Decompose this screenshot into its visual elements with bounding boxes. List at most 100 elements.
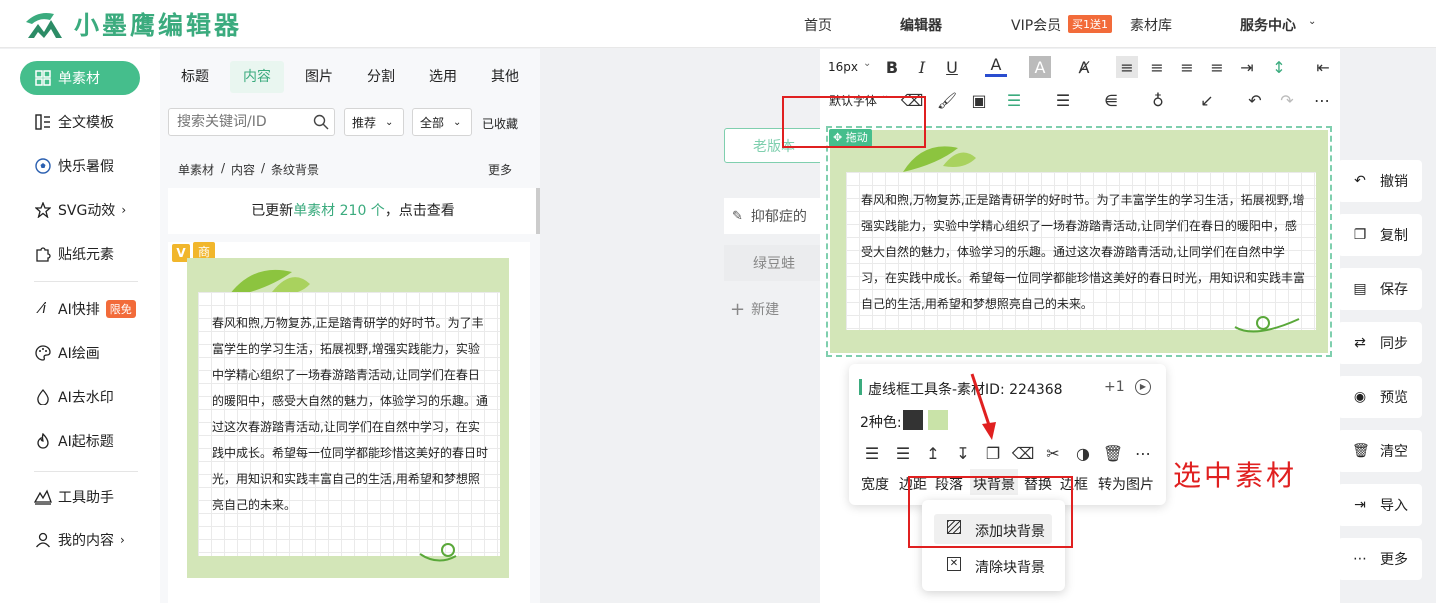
nav-service[interactable]: 服务中心 bbox=[1240, 15, 1296, 35]
nav-library[interactable]: 素材库 bbox=[1130, 15, 1172, 35]
line-height-icon[interactable]: ↕ bbox=[1268, 56, 1290, 78]
sidebar-item-single[interactable]: 单素材 bbox=[20, 61, 140, 95]
preview-button[interactable]: ◉ 预览 bbox=[1338, 376, 1422, 418]
sidebar: 单素材 全文模板 快乐暑假 SVG动效 › 贴纸元素 ⁄i AI快排 限免 AI… bbox=[0, 49, 160, 603]
star-outline-icon bbox=[34, 201, 52, 219]
block-text: 春风和煦,万物复苏,正是踏青研学的好时节。为了丰富学生的学习生活，拓展视野,增强… bbox=[861, 193, 1306, 311]
tab-content[interactable]: 内容 bbox=[230, 61, 284, 93]
more-dots-icon[interactable]: ⋯ bbox=[1132, 442, 1154, 464]
breadcrumb-item[interactable]: 单素材 bbox=[178, 161, 214, 178]
bulb-icon[interactable]: ♁ bbox=[1147, 89, 1169, 111]
sort-dropdown[interactable]: 推荐 ⌄ bbox=[344, 108, 404, 136]
paragraph-spacing-icon[interactable]: ☰ bbox=[1003, 89, 1025, 111]
like-count[interactable]: +1 bbox=[1104, 379, 1125, 395]
text-effect-icon[interactable]: Ⱥ bbox=[1073, 56, 1095, 78]
sidebar-item-tools[interactable]: 工具助手 bbox=[20, 480, 140, 514]
copy-icon: ❐ bbox=[1353, 227, 1367, 243]
redo-icon[interactable]: ↷ bbox=[1276, 89, 1298, 111]
copy-button[interactable]: ❐ 复制 bbox=[1338, 214, 1422, 256]
tools-icon bbox=[34, 488, 52, 506]
margin-icon[interactable]: ☰ bbox=[892, 442, 914, 464]
save-button[interactable]: ▤ 保存 bbox=[1338, 268, 1422, 310]
italic-icon[interactable]: I bbox=[911, 56, 933, 78]
color-swatch[interactable] bbox=[928, 410, 948, 430]
breadcrumb-item[interactable]: 内容 bbox=[231, 161, 255, 178]
sidebar-item-stickers[interactable]: 贴纸元素 bbox=[20, 237, 140, 271]
nav-home[interactable]: 首页 bbox=[804, 15, 832, 35]
update-link[interactable]: 单素材 210 个 bbox=[293, 203, 385, 219]
align-left-icon[interactable]: ≡ bbox=[1116, 56, 1138, 78]
more-link[interactable]: 更多 bbox=[488, 161, 512, 178]
sidebar-item-ai-title[interactable]: AI起标题 bbox=[20, 424, 140, 458]
copy-block-icon[interactable]: ❐ bbox=[982, 442, 1004, 464]
bold-icon[interactable]: B bbox=[881, 56, 903, 78]
tab-other[interactable]: 其他 bbox=[482, 61, 528, 93]
nav-vip[interactable]: VIP会员 bbox=[1011, 15, 1061, 35]
font-size-select[interactable]: 16px bbox=[828, 60, 858, 74]
menu-item-clear-bg[interactable]: 清除块背景 bbox=[975, 557, 1045, 577]
format-brush-icon[interactable]: 🖌︎ bbox=[936, 89, 958, 111]
arrow-icon[interactable]: ↙ bbox=[1196, 89, 1218, 111]
eraser-icon[interactable]: ⌫ bbox=[1012, 442, 1035, 464]
undo-icon[interactable]: ↶ bbox=[1244, 89, 1266, 111]
contrast-icon[interactable]: ◑ bbox=[1072, 442, 1094, 464]
paragraph-down-icon[interactable]: ↧ bbox=[952, 442, 974, 464]
tab-title[interactable]: 标题 bbox=[172, 61, 218, 93]
sidebar-item-templates[interactable]: 全文模板 bbox=[20, 105, 140, 139]
sidebar-item-svg[interactable]: SVG动效 › bbox=[20, 193, 140, 227]
search-icon[interactable] bbox=[313, 114, 329, 130]
save-label: 保存 bbox=[1380, 282, 1408, 298]
more-dots-icon[interactable]: ⋯ bbox=[1311, 89, 1333, 111]
highlight-color-icon[interactable]: A bbox=[1029, 56, 1051, 78]
import-button[interactable]: ⇥ 导入 bbox=[1338, 484, 1422, 526]
sidebar-item-label: 快乐暑假 bbox=[58, 159, 114, 175]
more-button[interactable]: ⋯ 更多 bbox=[1338, 538, 1422, 580]
scissors-icon[interactable]: ✂ bbox=[1042, 442, 1064, 464]
font-color-icon[interactable]: A bbox=[985, 55, 1007, 77]
width-icon[interactable]: ☰ bbox=[861, 442, 883, 464]
paragraph-up-icon[interactable]: ↥ bbox=[922, 442, 944, 464]
tab-pick[interactable]: 选用 bbox=[420, 61, 466, 93]
collapse-toolbar-icon[interactable]: ⇤ bbox=[1312, 56, 1334, 78]
favorites-link[interactable]: 已收藏 bbox=[482, 115, 518, 132]
sidebar-item-label: 工具助手 bbox=[58, 490, 114, 506]
sync-button[interactable]: ⇄ 同步 bbox=[1338, 322, 1422, 364]
underline-icon[interactable]: U bbox=[941, 56, 963, 78]
sidebar-item-ai-paint[interactable]: AI绘画 bbox=[20, 336, 140, 370]
sync-icon: ⇄ bbox=[1354, 335, 1366, 351]
logo[interactable]: 小墨鹰编辑器 bbox=[24, 6, 242, 42]
sidebar-item-ai-watermark[interactable]: AI去水印 bbox=[20, 380, 140, 414]
search-input[interactable] bbox=[169, 109, 309, 135]
tab-image[interactable]: 图片 bbox=[296, 61, 342, 93]
play-icon[interactable]: ▶ bbox=[1135, 379, 1151, 395]
filter-dropdown[interactable]: 全部 ⌄ bbox=[412, 108, 472, 136]
action-width[interactable]: 宽度 bbox=[861, 474, 889, 494]
align-center-icon[interactable]: ≡ bbox=[1146, 56, 1168, 78]
sidebar-item-label: 我的内容 bbox=[58, 533, 114, 549]
tab-divider[interactable]: 分割 bbox=[358, 61, 404, 93]
sidebar-item-my-content[interactable]: 我的内容 › bbox=[20, 523, 140, 557]
color-swatch[interactable] bbox=[903, 410, 923, 430]
image-icon[interactable]: ▣ bbox=[968, 89, 990, 111]
selected-block[interactable]: ✥ 拖动 春风和煦,万物复苏,正是踏青研学的好时节。为了丰富学生的学习生活，拓展… bbox=[826, 126, 1332, 357]
doc-item[interactable]: 绿豆蛙 bbox=[724, 245, 824, 281]
align-justify-icon[interactable]: ≡ bbox=[1206, 56, 1228, 78]
copy-label: 复制 bbox=[1380, 228, 1408, 244]
clear-button[interactable]: 🗑︎ 清空 bbox=[1338, 430, 1422, 472]
letter-spacing-icon[interactable]: ☰ bbox=[1052, 89, 1074, 111]
align-right-icon[interactable]: ≡ bbox=[1176, 56, 1198, 78]
indent-lines-icon[interactable]: ⋹ bbox=[1100, 89, 1122, 111]
doc-item[interactable]: ✎ 抑郁症的 bbox=[724, 198, 824, 234]
new-doc-button[interactable]: + 新建 bbox=[724, 291, 824, 327]
action-to-image[interactable]: 转为图片 bbox=[1098, 474, 1154, 494]
delete-icon[interactable]: 🗑︎ bbox=[1102, 442, 1124, 464]
update-notice[interactable]: 已更新单素材 210 个，点击查看 bbox=[168, 188, 538, 234]
annotation-box bbox=[908, 476, 1073, 548]
nav-editor[interactable]: 编辑器 bbox=[900, 15, 942, 35]
plus-icon: + bbox=[730, 298, 746, 320]
sidebar-item-summer[interactable]: 快乐暑假 bbox=[20, 149, 140, 183]
undo-button[interactable]: ↶ 撤销 bbox=[1338, 160, 1422, 202]
material-card[interactable]: V 商 春风和煦,万物复苏,正是踏青研学的好时节。为了丰富学生的学习生活，拓展视… bbox=[168, 242, 530, 603]
sidebar-item-ai-layout[interactable]: ⁄i AI快排 限免 bbox=[20, 292, 140, 326]
indent-icon[interactable]: ⇥ bbox=[1236, 56, 1258, 78]
